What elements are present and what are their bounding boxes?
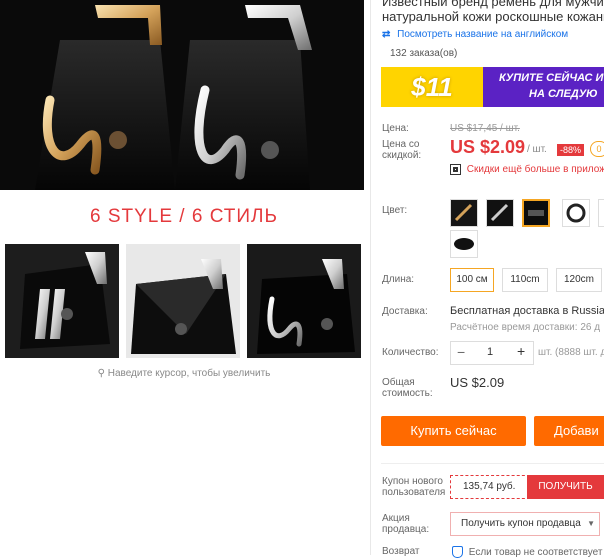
quantity-label: Количество:: [382, 347, 439, 358]
thumbnail-1[interactable]: [5, 244, 119, 358]
style-title: 6 STYLE / 6 СТИЛЬ: [89, 206, 278, 227]
thumbnail-3[interactable]: [247, 244, 361, 358]
promo-line1: КУПИТЕ СЕЙЧАС И: [499, 72, 604, 84]
shield-icon: [452, 546, 463, 558]
swatch-gold-buckle: [451, 200, 477, 226]
quantity-input[interactable]: 1: [487, 346, 493, 358]
color-swatch-4[interactable]: [562, 199, 590, 227]
seller-promo-label-2: продавца:: [382, 524, 430, 535]
color-swatch-6[interactable]: [450, 230, 478, 258]
sale-price: US $2.09: [450, 137, 526, 157]
color-swatch-3[interactable]: [522, 199, 550, 227]
magnifier-icon: ⚲: [97, 368, 105, 379]
product-title-line1: Известный бренд ремень для мужчин: [382, 0, 604, 9]
total-label-1: Общая: [382, 377, 415, 388]
qr-code-icon: [450, 164, 461, 175]
quantity-minus-button[interactable]: −: [457, 344, 465, 360]
price-unit: / шт.: [527, 144, 547, 155]
promo-banner[interactable]: $11 КУПИТЕ СЕЙЧАС И НА СЛЕДУЮ: [381, 67, 604, 107]
buckle-thumb-2: [126, 244, 240, 358]
seller-promo-label-1: Акция: [382, 513, 410, 524]
delivery-eta: Расчётное время доставки: 26 д: [450, 322, 601, 333]
section-divider: [381, 463, 604, 464]
swatch-belt-coil: [563, 200, 589, 226]
color-swatch-1[interactable]: [450, 199, 478, 227]
swatch-silver-buckle: [487, 200, 513, 226]
zoom-hint: ⚲ Наведите курсор, чтобы увеличить: [0, 368, 368, 379]
seller-coupon-select[interactable]: Получить купон продавца ▼: [450, 512, 600, 536]
thumbnail-2[interactable]: [126, 244, 240, 358]
return-label: Возврат: [382, 546, 420, 557]
price-label: Цена:: [382, 123, 409, 134]
quantity-stepper: − 1 +: [450, 341, 534, 365]
color-swatch-5[interactable]: [598, 199, 604, 227]
length-option-110[interactable]: 110cm: [502, 268, 548, 292]
quantity-available: шт. (8888 шт. д: [538, 347, 604, 358]
swatch-black-buckle: [524, 201, 548, 225]
add-to-cart-button[interactable]: Добави: [534, 416, 604, 446]
delivery-value[interactable]: Бесплатная доставка в Russian: [450, 305, 604, 317]
promo-price: $11: [381, 67, 483, 107]
buckle-thumb-3: [247, 244, 361, 358]
orders-count: 132 заказа(ов): [390, 48, 458, 59]
column-divider: [370, 0, 371, 555]
old-price: US $17,45 / шт.: [450, 123, 520, 134]
belt-buckles-illustration: [0, 0, 364, 190]
buy-now-button[interactable]: Купить сейчас: [381, 416, 526, 446]
swatch-belt-box: [451, 231, 477, 257]
product-title-line2: натуральной кожи роскошные кожаны: [382, 9, 604, 24]
total-value: US $2.09: [450, 375, 505, 390]
delivery-label: Доставка:: [382, 306, 428, 317]
color-label: Цвет:: [382, 205, 408, 216]
zoom-hint-text: Наведите курсор, чтобы увеличить: [107, 368, 271, 379]
promo-line2: НА СЛЕДУЮ: [529, 88, 598, 100]
length-option-100[interactable]: 100 см: [450, 268, 494, 292]
product-main-image[interactable]: [0, 0, 364, 190]
length-option-120[interactable]: 120cm: [556, 268, 602, 292]
get-coupon-button[interactable]: ПОЛУЧИТЬ: [527, 475, 604, 499]
info-badge: 0: [590, 141, 604, 157]
total-label-2: стоимость:: [382, 388, 433, 399]
discount-price-label-2: скидкой:: [382, 150, 422, 161]
new-user-coupon-label-2: пользователя: [382, 487, 446, 498]
length-label: Длина:: [382, 274, 415, 285]
chevron-down-icon: ▼: [587, 519, 595, 528]
translate-title-link[interactable]: ⇄ Посмотреть название на английском: [382, 29, 568, 40]
buckle-thumb-1: [5, 244, 119, 358]
return-policy[interactable]: Если товар не соответствует: [452, 546, 602, 558]
app-discount-text: Скидки ещё больше в прилож: [466, 164, 604, 176]
color-swatch-2[interactable]: [486, 199, 514, 227]
return-policy-text: Если товар не соответствует: [468, 546, 603, 558]
new-user-coupon-label-1: Купон нового: [382, 476, 443, 487]
new-user-coupon-value: 135,74 руб.: [450, 475, 530, 499]
translate-link-text: Посмотреть название на английском: [397, 29, 569, 40]
quantity-plus-button[interactable]: +: [517, 343, 525, 359]
discount-price-label-1: Цена со: [382, 139, 420, 150]
translate-icon: ⇄: [382, 29, 391, 40]
app-discount-link[interactable]: Скидки ещё больше в прилож: [450, 164, 604, 175]
seller-coupon-select-text: Получить купон продавца: [461, 518, 581, 529]
discount-badge: -88%: [557, 144, 585, 156]
